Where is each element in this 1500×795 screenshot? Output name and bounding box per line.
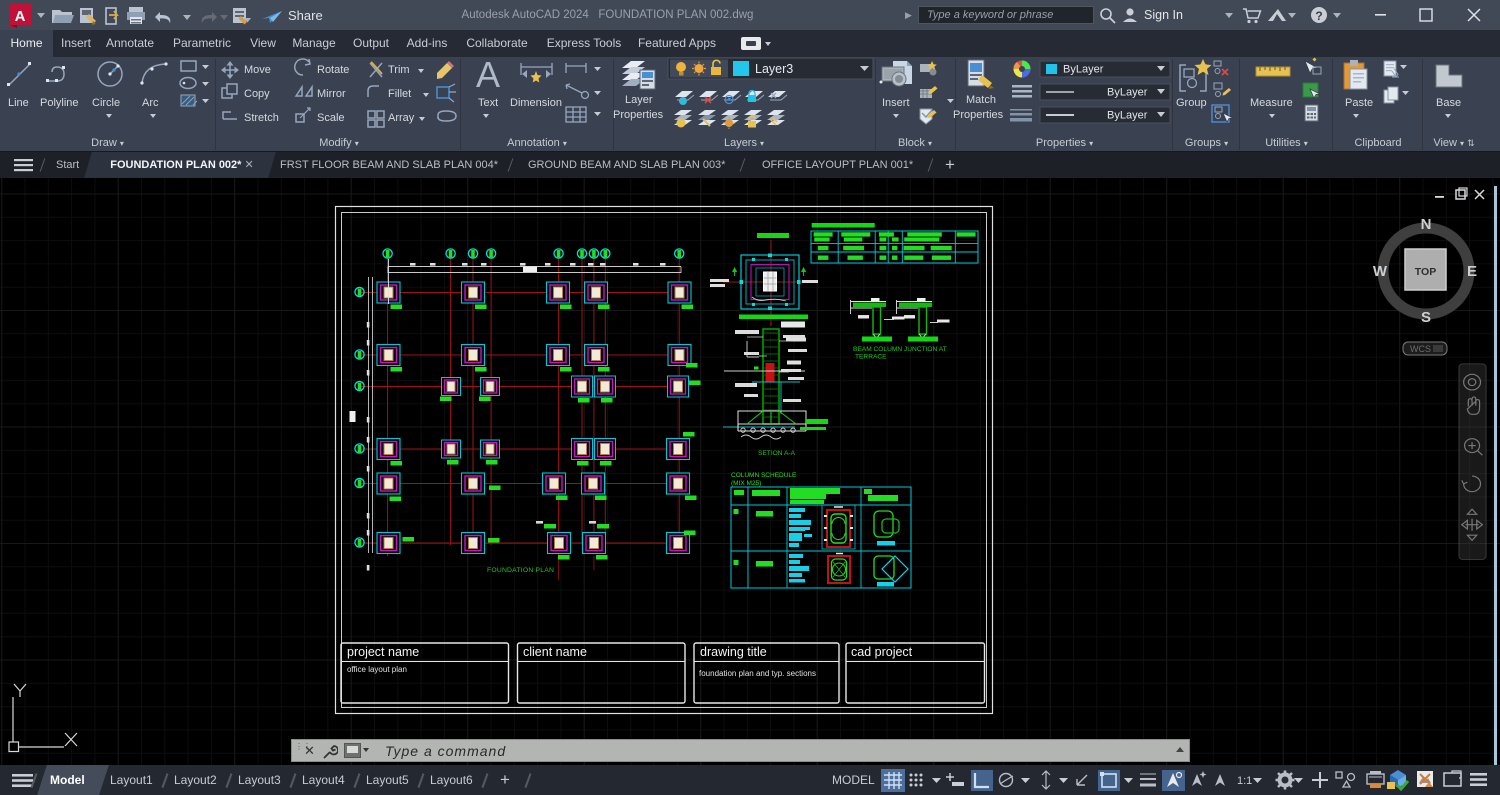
svg-text:WCS: WCS (1410, 344, 1431, 354)
svg-text:FOUNDATION PLAN: FOUNDATION PLAN (487, 567, 554, 574)
svg-text:cad project: cad project (851, 645, 913, 659)
svg-text:office layout plan: office layout plan (347, 665, 407, 674)
svg-text:(MIX M25): (MIX M25) (731, 480, 761, 487)
svg-text:TOP: TOP (1415, 266, 1436, 278)
svg-text:ByLayer: ByLayer (1107, 87, 1148, 99)
svg-text:?: ? (1315, 9, 1322, 23)
svg-text:N: N (1421, 216, 1432, 233)
svg-text:SETION A-A: SETION A-A (758, 450, 796, 457)
svg-text:ByLayer: ByLayer (1063, 64, 1104, 76)
svg-text:Layer3: Layer3 (755, 62, 793, 76)
svg-text:ByLayer: ByLayer (1107, 110, 1148, 122)
svg-text:BEAM COLUMN JUNCTION AT: BEAM COLUMN JUNCTION AT (853, 346, 947, 353)
svg-text:W: W (1373, 263, 1388, 280)
svg-text:S: S (1421, 309, 1431, 326)
svg-text:A: A (476, 57, 500, 95)
svg-text:A: A (15, 8, 26, 25)
svg-text:E: E (1467, 263, 1477, 280)
svg-text:drawing title: drawing title (700, 645, 767, 659)
svg-text:client name: client name (523, 645, 587, 659)
svg-text:Share: Share (288, 8, 323, 23)
svg-text:project name: project name (347, 645, 419, 659)
svg-text:foundation plan and typ. secti: foundation plan and typ. sections (699, 669, 816, 678)
svg-text:TERRACE: TERRACE (855, 354, 887, 361)
svg-text:1:1: 1:1 (1237, 775, 1252, 787)
svg-text:COLUMN SCHEDULE: COLUMN SCHEDULE (731, 472, 797, 479)
